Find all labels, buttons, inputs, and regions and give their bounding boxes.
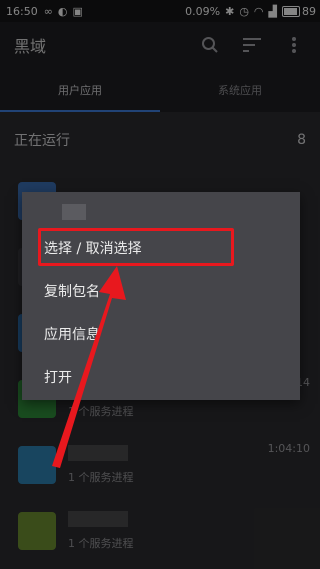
menu-item-open[interactable]: 打开 — [22, 355, 300, 398]
annotation-highlight-box — [38, 228, 234, 266]
menu-item-copy-package[interactable]: 复制包名 — [22, 269, 300, 312]
menu-header — [22, 192, 300, 226]
app-name-blurred — [62, 204, 86, 220]
menu-item-app-info[interactable]: 应用信息 — [22, 312, 300, 355]
context-menu: 选择 / 取消选择 复制包名 应用信息 打开 — [22, 192, 300, 400]
